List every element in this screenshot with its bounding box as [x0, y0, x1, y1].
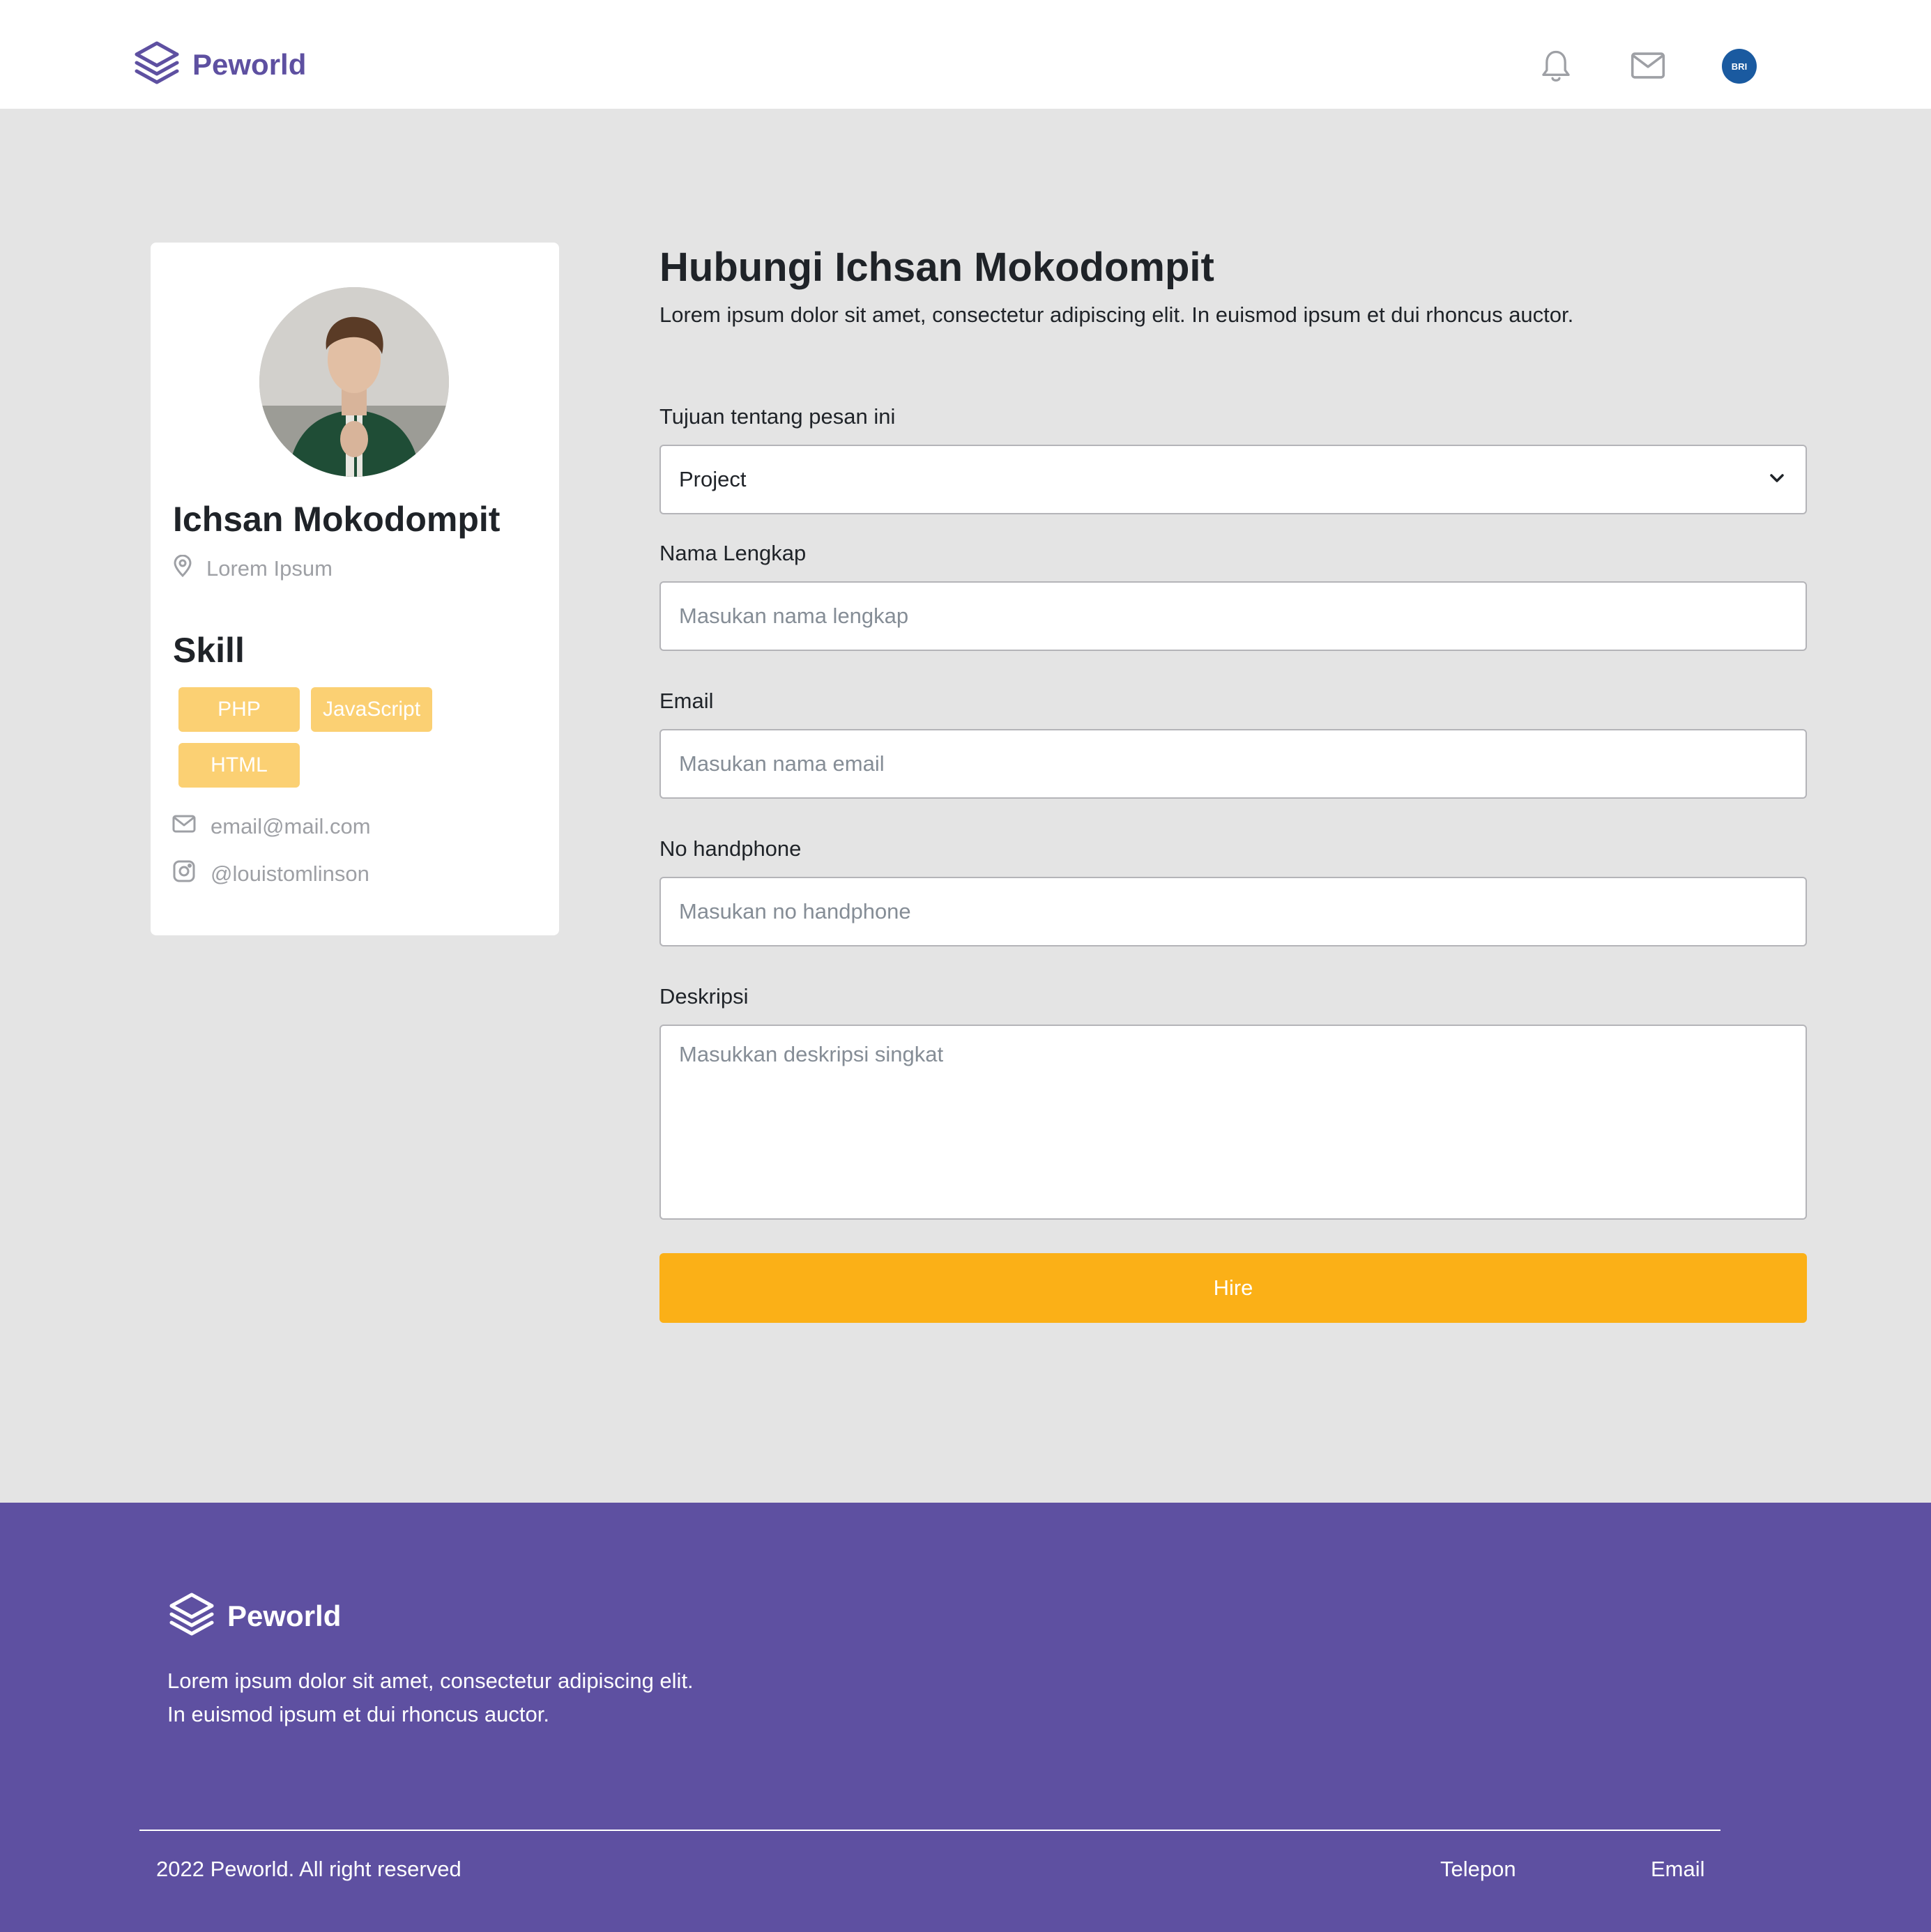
purpose-select[interactable]: Project: [659, 445, 1807, 514]
brand-logo[interactable]: Peworld: [132, 40, 306, 89]
layers-logo-icon: [132, 39, 181, 91]
avatar[interactable]: BRI: [1722, 49, 1757, 84]
instagram-icon: [171, 859, 211, 889]
skill-tag: HTML: [178, 743, 300, 788]
description-textarea[interactable]: [659, 1025, 1807, 1220]
brand-name: Peworld: [192, 48, 307, 81]
hire-button[interactable]: Hire: [659, 1253, 1807, 1323]
description-label: Deskripsi: [659, 984, 749, 1009]
page-title: Hubungi Ichsan Mokodompit: [659, 245, 1214, 290]
full-name-input[interactable]: [659, 581, 1807, 651]
chevron-down-icon: [1766, 468, 1787, 492]
profile-photo: [259, 287, 449, 477]
mail-icon: [171, 811, 211, 842]
phone-input[interactable]: [659, 877, 1807, 946]
contact-instagram[interactable]: @louistomlinson: [171, 859, 369, 889]
footer-divider: [139, 1830, 1720, 1831]
bell-icon[interactable]: [1536, 45, 1575, 88]
profile-name: Ichsan Mokodompit: [173, 500, 501, 539]
contact-email[interactable]: email@mail.com: [171, 811, 371, 842]
footer-brand-name: Peworld: [227, 1600, 342, 1632]
skill-tag: JavaScript: [311, 687, 432, 732]
footer-link-telepon[interactable]: Telepon: [1440, 1857, 1516, 1882]
purpose-label: Tujuan tentang pesan ini: [659, 404, 896, 429]
phone-label: No handphone: [659, 836, 802, 861]
map-pin-icon: [173, 554, 206, 583]
contact-email-text: email@mail.com: [211, 814, 371, 838]
footer-brand-logo: Peworld: [167, 1592, 341, 1641]
purpose-select-value: Project: [679, 467, 747, 491]
email-input[interactable]: [659, 729, 1807, 799]
full-name-label: Nama Lengkap: [659, 541, 807, 565]
profile-location: Lorem Ipsum: [173, 554, 333, 583]
mail-icon[interactable]: [1628, 47, 1667, 84]
location-text: Lorem Ipsum: [206, 556, 333, 581]
page-subtitle: Lorem ipsum dolor sit amet, consectetur …: [659, 302, 1574, 327]
footer-description: Lorem ipsum dolor sit amet, consectetur …: [167, 1669, 694, 1726]
skill-heading: Skill: [173, 631, 245, 670]
footer-link-email[interactable]: Email: [1651, 1857, 1705, 1882]
contact-instagram-text: @louistomlinson: [211, 861, 369, 886]
avatar-label: BRI: [1731, 61, 1748, 72]
footer-copyright: 2022 Peworld. All right reserved: [156, 1857, 461, 1881]
email-label: Email: [659, 689, 714, 713]
skill-tag: PHP: [178, 687, 300, 732]
layers-logo-icon: [167, 1590, 216, 1643]
